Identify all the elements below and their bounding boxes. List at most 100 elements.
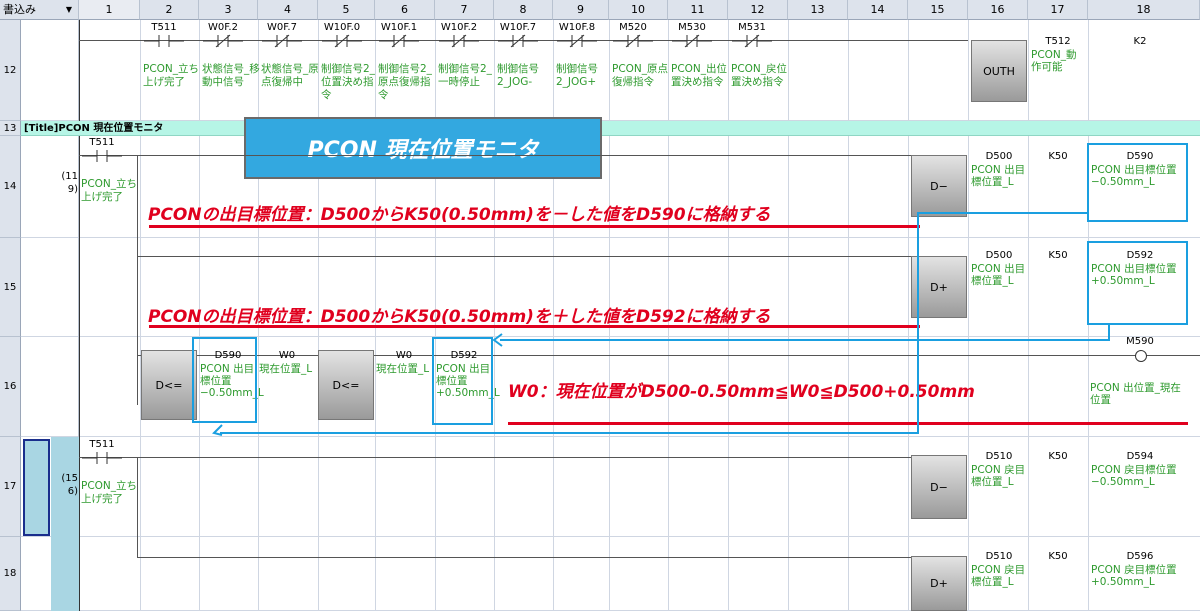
device-comment: 制御信号2_位置決め指令 <box>321 63 375 101</box>
nc-contact[interactable]: W10F.0 <box>322 22 362 52</box>
column-header[interactable]: 15 <box>908 0 968 20</box>
instruction-box[interactable]: D+ <box>911 556 967 611</box>
operand-comment: PCON 戻目標位置−0.50mm_L <box>1091 464 1177 488</box>
nc-contact[interactable]: M520 <box>613 22 653 52</box>
mode-dropdown[interactable]: 書込み ▼ <box>0 0 79 20</box>
operand-device: K50 <box>1048 250 1068 261</box>
no-contact[interactable]: T511 <box>144 22 184 52</box>
row-number[interactable]: 13 <box>0 121 21 136</box>
column-divider <box>788 20 789 611</box>
row-number[interactable]: 18 <box>0 537 21 611</box>
device-comment: PCON_立ち上げ完了 <box>81 178 138 203</box>
highlight-box <box>192 337 257 423</box>
no-contact[interactable]: T511 <box>82 439 122 469</box>
column-header[interactable]: 12 <box>728 0 788 20</box>
no-contact[interactable]: T511 <box>82 137 122 167</box>
operand-device: D594 <box>1126 451 1154 462</box>
step-cell-highlight <box>51 437 79 611</box>
rung-wire <box>137 557 911 558</box>
annotation-row15: PCONの出目標位置：D500からK50(0.50mm)を＋した値をD592に格… <box>148 307 771 327</box>
nc-contact[interactable]: M531 <box>732 22 772 52</box>
device-name: W10F.1 <box>380 22 418 33</box>
row-number[interactable]: 17 <box>0 437 21 537</box>
operand-device: D596 <box>1126 551 1154 562</box>
row-divider <box>21 237 1200 238</box>
instruction-box[interactable]: OUTH <box>971 40 1027 102</box>
title-row[interactable] <box>21 121 1200 136</box>
column-divider <box>848 20 849 611</box>
column-divider <box>968 20 969 611</box>
nc-contact[interactable]: W0F.7 <box>262 22 302 52</box>
column-header[interactable]: 11 <box>668 0 728 20</box>
instruction-box[interactable]: D<= <box>318 350 374 420</box>
device-name: M520 <box>619 22 647 33</box>
operand-device: K50 <box>1048 551 1068 562</box>
chevron-down-icon: ▼ <box>65 5 72 14</box>
column-header[interactable]: 14 <box>848 0 908 20</box>
device-name: T511 <box>89 439 115 450</box>
row-divider <box>21 536 1200 537</box>
instruction-box[interactable]: D<= <box>141 350 197 420</box>
nc-contact[interactable]: W10F.8 <box>557 22 597 52</box>
instruction-box[interactable]: D− <box>911 455 967 519</box>
device-comment: 制御信号2_一時停止 <box>438 63 492 88</box>
column-header[interactable]: 3 <box>199 0 258 20</box>
row-number[interactable]: 12 <box>0 20 21 121</box>
device-name: W0F.7 <box>267 22 297 33</box>
annotation-underline <box>149 325 920 328</box>
device-name: M530 <box>678 22 706 33</box>
title-text: [Title]PCON 現在位置モニタ <box>24 123 164 134</box>
column-header[interactable]: 4 <box>258 0 318 20</box>
nc-contact[interactable]: W10F.2 <box>439 22 479 52</box>
column-header[interactable]: 10 <box>609 0 668 20</box>
device-comment: PCON_立ち上げ完了 <box>143 63 200 88</box>
section-banner: PCON 現在位置モニタ <box>244 117 602 179</box>
column-header[interactable]: 1 <box>79 0 140 20</box>
row-number[interactable]: 14 <box>0 136 21 238</box>
device-name: T511 <box>151 22 177 33</box>
column-header[interactable]: 8 <box>494 0 553 20</box>
column-header[interactable]: 5 <box>318 0 375 20</box>
column-header[interactable]: 16 <box>968 0 1028 20</box>
arrow-line <box>917 212 1089 214</box>
nc-contact[interactable]: W10F.1 <box>379 22 419 52</box>
device-comment: 制御信号2_JOG- <box>497 63 539 88</box>
device-comment: PCON_原点復帰指令 <box>612 63 669 88</box>
highlight-box <box>1087 143 1188 222</box>
device-name: W10F.8 <box>558 22 596 33</box>
selected-cell-cursor[interactable] <box>23 439 50 536</box>
operand-device: K50 <box>1048 151 1068 162</box>
operand-comment: PCON 戻目標位置+0.50mm_L <box>1091 564 1177 588</box>
row-number[interactable]: 15 <box>0 238 21 337</box>
step-number: (11 9) <box>61 171 78 195</box>
rung-wire <box>79 155 911 156</box>
nc-contact[interactable]: W10F.7 <box>498 22 538 52</box>
column-header[interactable]: 13 <box>788 0 848 20</box>
column-header[interactable]: 9 <box>553 0 609 20</box>
highlight-box <box>1087 241 1188 325</box>
column-header[interactable]: 18 <box>1088 0 1200 20</box>
operand-device: D510 <box>985 451 1013 462</box>
operand-comment: PCON 出目標位置_L <box>971 263 1026 287</box>
nc-contact[interactable]: W0F.2 <box>203 22 243 52</box>
operand-comment: PCON 戻目標位置_L <box>971 564 1026 588</box>
step-number: (15 6) <box>61 473 78 497</box>
instruction-box[interactable]: D+ <box>911 256 967 318</box>
column-header[interactable]: 6 <box>375 0 435 20</box>
device-name: T511 <box>89 137 115 148</box>
mode-label: 書込み <box>3 3 36 16</box>
device-name: W10F.0 <box>323 22 361 33</box>
device-comment: PCON_出位置決め指令 <box>671 63 728 88</box>
nc-contact[interactable]: M530 <box>672 22 712 52</box>
column-header[interactable]: 17 <box>1028 0 1088 20</box>
operand-device: K2 <box>1133 36 1147 47</box>
column-header[interactable]: 7 <box>435 0 494 20</box>
column-header[interactable]: 2 <box>140 0 199 20</box>
device-comment: 状態信号_移動中信号 <box>202 63 260 88</box>
output-coil[interactable]: M590 <box>1090 336 1190 376</box>
row-number[interactable]: 16 <box>0 337 21 437</box>
operand-device: D510 <box>985 551 1013 562</box>
operand-comment: PCON 戻目標位置_L <box>971 464 1026 488</box>
arrow-head-icon <box>490 333 504 350</box>
instruction-box[interactable]: D− <box>911 155 967 217</box>
